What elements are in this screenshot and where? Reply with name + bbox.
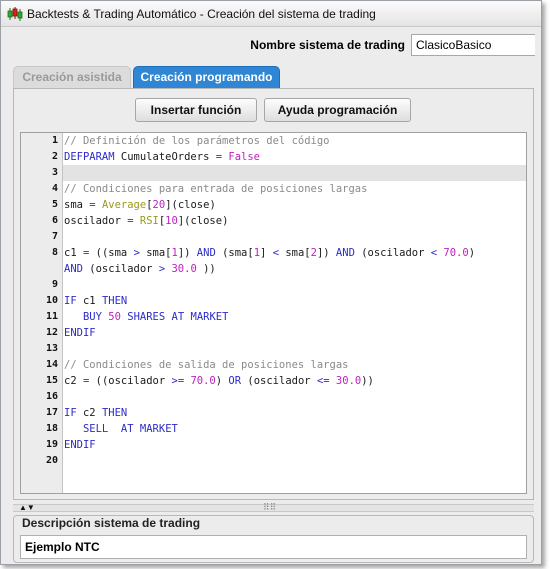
code-line[interactable]: SELL AT MARKET [64,421,178,437]
tab-assisted-creation[interactable]: Creación asistida [13,66,131,88]
line-number: 3 [51,167,58,178]
code-line[interactable]: // Definición de los parámetros del códi… [64,133,330,149]
code-line[interactable]: BUY 50 SHARES AT MARKET [64,309,228,325]
line-number: 19 [45,439,58,450]
panel-splitter[interactable]: ▲▼ ⠿⠿ [13,502,534,513]
code-area[interactable]: // Definición de los parámetros del códi… [63,133,526,493]
description-title: Descripción sistema de trading [22,516,201,530]
code-line[interactable]: DEFPARAM CumulateOrders = False [64,149,260,165]
tab-programming-creation[interactable]: Creación programando [133,66,280,88]
code-line[interactable]: AND (oscilador > 30.0 )) [64,261,216,277]
code-line[interactable]: // Condiciones para entrada de posicione… [64,181,367,197]
line-number: 11 [45,311,58,322]
system-name-row: Nombre sistema de trading [1,34,541,58]
code-line[interactable]: // Condiciones de salida de posiciones l… [64,357,348,373]
description-group: Descripción sistema de trading Ejemplo N… [13,515,534,563]
candlestick-chart-icon [7,7,23,21]
code-line[interactable]: oscilador = RSI[10](close) [64,213,228,229]
line-number: 20 [45,455,58,466]
window-title: Backtests & Trading Automático - Creació… [27,7,376,21]
splitter-grip-icon[interactable]: ⠿⠿ [263,502,276,513]
line-number: 10 [45,295,58,306]
line-number: 7 [51,231,58,242]
line-number: 17 [45,407,58,418]
code-line[interactable]: sma = Average[20](close) [64,197,216,213]
programming-panel: Insertar función Ayuda programación 1234… [13,88,534,500]
line-number: 4 [51,183,58,194]
code-line[interactable]: c2 = ((oscilador >= 70.0) OR (oscilador … [64,373,374,389]
description-field[interactable]: Ejemplo NTC [20,535,527,559]
line-number: 12 [45,327,58,338]
current-line-highlight [63,165,526,181]
line-number: 6 [51,215,58,226]
insert-function-button[interactable]: Insertar función [135,98,257,122]
line-number: 16 [45,391,58,402]
code-line[interactable]: ENDIF [64,437,96,453]
code-line[interactable]: IF c1 THEN [64,293,127,309]
code-line[interactable]: c1 = ((sma > sma[1]) AND (sma[1] < sma[2… [64,245,475,261]
line-number: 14 [45,359,58,370]
code-line[interactable]: ENDIF [64,325,96,341]
line-number: 18 [45,423,58,434]
title-bar: Backtests & Trading Automático - Creació… [1,1,541,27]
programming-help-button[interactable]: Ayuda programación [264,98,411,122]
app-window: Backtests & Trading Automático - Creació… [0,0,542,565]
line-number: 15 [45,375,58,386]
line-number: 13 [45,343,58,354]
system-name-label: Nombre sistema de trading [250,38,405,52]
line-number: 2 [51,151,58,162]
collapse-arrows-icon[interactable]: ▲▼ [19,503,35,513]
line-number-gutter: 1 2 3 4 5 6 7 8 9 10 11 12 13 14 15 16 17 18 19 20 [21,133,63,493]
code-editor[interactable]: 1 2 3 4 5 6 7 8 9 10 11 12 13 14 15 16 17 18 19 20 // Defin… [20,132,527,494]
system-name-input[interactable] [411,34,535,56]
code-line[interactable]: IF c2 THEN [64,405,127,421]
line-number: 9 [51,279,58,290]
line-number: 8 [51,247,58,258]
line-number: 5 [51,199,58,210]
line-number: 1 [51,135,58,146]
